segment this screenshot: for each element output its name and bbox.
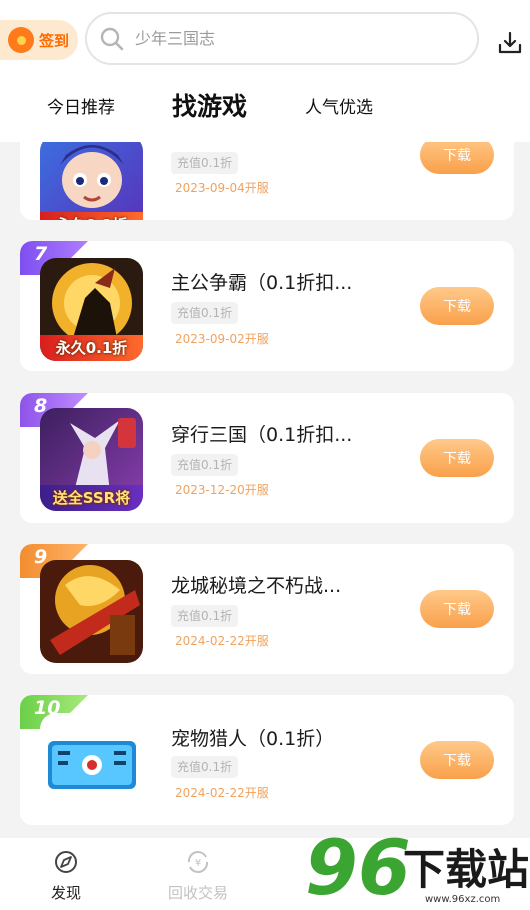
game-open-date: 2023-09-04开服 xyxy=(175,181,269,195)
game-tag: 充值0.1折 xyxy=(171,302,239,324)
game-card[interactable]: 8 送全SSR将 穿行三国（0.1折扣... 充值0.1折 2023-12-20… xyxy=(20,393,514,523)
checkin-label: 签到 xyxy=(39,31,70,50)
game-open-date: 2023-12-20开服 xyxy=(175,483,269,497)
icon-promo-label: 永久0.1折 xyxy=(40,212,143,220)
discover-icon xyxy=(55,851,77,873)
game-card[interactable]: 7 永久0.1折 主公争霸（0.1折扣... 充值0.1折 2023-09-02… xyxy=(20,241,514,371)
download-manager-icon[interactable] xyxy=(497,30,523,56)
game-card[interactable]: 9 龙城秘境之不朽战... 充值0.1折 2024-02-22开服 下载 xyxy=(20,544,514,674)
svg-text:下载站: 下载站 xyxy=(403,845,529,894)
game-title[interactable]: 龙城秘境之不朽战... xyxy=(171,571,341,598)
download-button[interactable]: 下载 xyxy=(420,590,494,628)
tab-today-recommend[interactable]: 今日推荐 xyxy=(47,80,115,130)
game-icon[interactable]: 永久0.1折 xyxy=(40,258,143,361)
nav-label: 发现 xyxy=(50,884,81,902)
nav-label: 回收交易 xyxy=(167,884,228,902)
game-icon[interactable] xyxy=(40,713,143,816)
nav-recycle-trade[interactable]: ¥ 回收交易 xyxy=(158,848,238,903)
icon-promo-label: 送全SSR将 xyxy=(40,485,143,511)
game-tag: 充值0.1折 xyxy=(171,605,239,627)
game-tag: 充值0.1折 xyxy=(171,756,239,778)
coin-icon xyxy=(8,27,34,53)
game-open-date: 2024-02-22开服 xyxy=(175,634,269,648)
nav-discover[interactable]: 发现 xyxy=(26,848,106,903)
game-icon[interactable]: 送全SSR将 xyxy=(40,408,143,511)
download-button[interactable]: 下载 xyxy=(420,287,494,325)
tab-popular-picks[interactable]: 人气优选 xyxy=(305,80,373,130)
checkin-button[interactable]: 签到 xyxy=(0,20,78,60)
search-bar[interactable] xyxy=(85,12,479,65)
game-tag: 充值0.1折 xyxy=(171,152,239,174)
game-title[interactable]: 穿行三国（0.1折扣... xyxy=(171,420,352,447)
search-input[interactable] xyxy=(135,29,435,48)
game-icon[interactable]: 永久0.1折 xyxy=(40,135,143,220)
tab-find-games[interactable]: 找游戏 xyxy=(172,80,247,130)
svg-text:96: 96 xyxy=(305,823,411,910)
top-header: 签到 今日推荐 找游戏 人气优选 xyxy=(0,0,530,142)
game-icon[interactable] xyxy=(40,560,143,663)
game-tag: 充值0.1折 xyxy=(171,454,239,476)
download-button[interactable]: 下载 xyxy=(420,439,494,477)
watermark-url: www.96xz.com xyxy=(425,894,501,905)
search-icon xyxy=(100,27,124,50)
game-title[interactable]: 宠物猎人（0.1折） xyxy=(171,724,334,751)
icon-promo-label: 永久0.1折 xyxy=(40,335,143,361)
game-open-date: 2023-09-02开服 xyxy=(175,332,269,346)
game-title[interactable]: 主公争霸（0.1折扣... xyxy=(171,268,352,295)
game-open-date: 2024-02-22开服 xyxy=(175,786,269,800)
svg-text:¥: ¥ xyxy=(195,858,201,869)
recycle-trade-icon: ¥ xyxy=(187,851,209,873)
game-card[interactable]: 10 宠物猎人（0.1折） 充值0.1折 2024-02-22开服 下载 xyxy=(20,695,514,825)
category-tabs: 今日推荐 找游戏 人气优选 xyxy=(0,80,530,130)
download-button[interactable]: 下载 xyxy=(420,741,494,779)
